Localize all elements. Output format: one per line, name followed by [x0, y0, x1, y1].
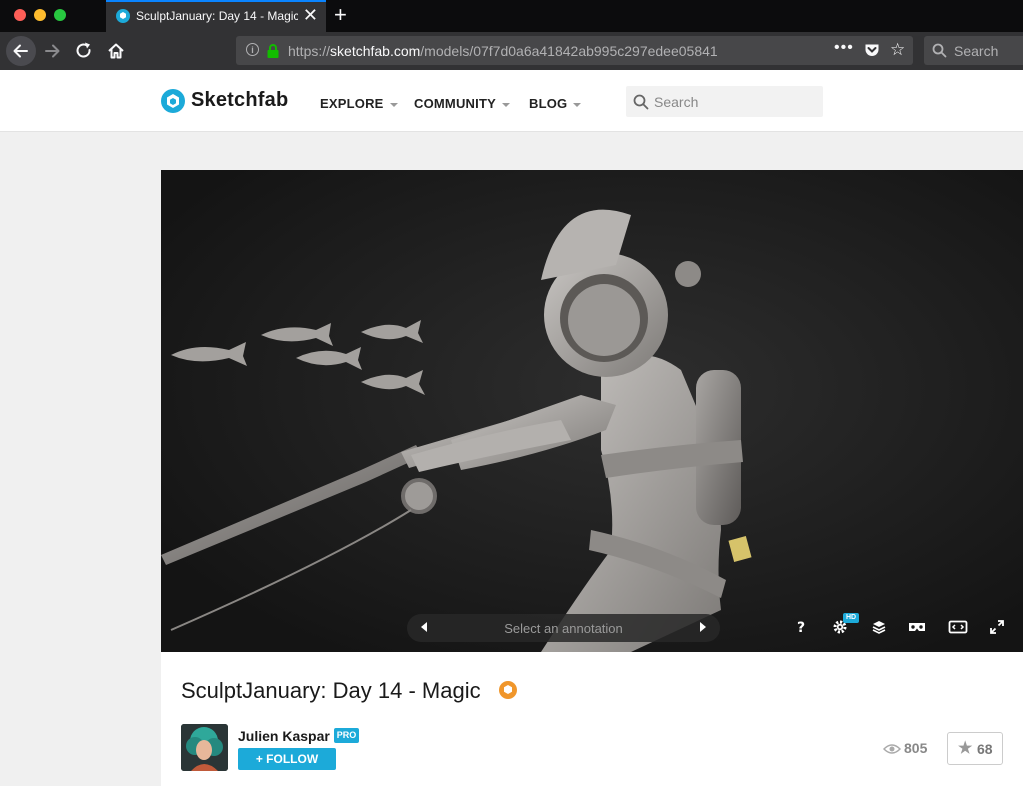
bookmark-star-icon[interactable]: ☆: [890, 41, 905, 59]
chevron-down-icon: [573, 102, 582, 107]
browser-tab[interactable]: SculptJanuary: Day 14 - Magic ✕: [106, 0, 326, 32]
svg-text:?: ?: [797, 620, 805, 635]
next-annotation-icon[interactable]: [700, 622, 706, 632]
browser-tab-bar: SculptJanuary: Day 14 - Magic ✕ +: [0, 0, 1023, 32]
tab-close-icon[interactable]: ✕: [303, 5, 318, 25]
back-button[interactable]: [6, 36, 36, 66]
url-host: sketchfab.com: [330, 43, 421, 59]
view-count-value: 805: [904, 740, 928, 756]
annotation-placeholder: Select an annotation: [504, 621, 623, 636]
nav-community[interactable]: COMMUNITY: [414, 96, 510, 111]
site-search-input[interactable]: Search: [626, 86, 823, 117]
arrow-right-icon: [45, 44, 60, 58]
new-tab-button[interactable]: +: [334, 3, 347, 27]
eye-icon: [883, 744, 901, 755]
follow-button[interactable]: + FOLLOW: [238, 748, 336, 770]
arrow-left-icon: [13, 44, 28, 58]
page-actions-icon[interactable]: •••: [834, 39, 854, 57]
like-count: 68: [977, 741, 993, 757]
forward-button[interactable]: [38, 36, 66, 66]
browser-search-placeholder: Search: [954, 43, 999, 59]
chevron-down-icon: [389, 102, 398, 107]
nav-explore[interactable]: EXPLORE: [320, 96, 398, 111]
home-button[interactable]: [102, 36, 130, 66]
avatar[interactable]: [181, 724, 228, 771]
model-info-panel: SculptJanuary: Day 14 - Magic Julien Kas…: [161, 652, 1023, 786]
url-scheme: https://: [288, 43, 331, 59]
model-render[interactable]: [161, 170, 1023, 652]
pocket-icon[interactable]: [864, 43, 880, 58]
reload-icon: [76, 42, 91, 58]
info-icon[interactable]: i: [246, 43, 259, 56]
pro-badge: PRO: [334, 728, 359, 743]
layers-icon[interactable]: [871, 619, 887, 635]
chevron-down-icon: [501, 102, 510, 107]
window-zoom-button[interactable]: [54, 9, 66, 21]
fullscreen-icon[interactable]: [989, 619, 1005, 635]
nav-blog[interactable]: BLOG: [529, 96, 582, 111]
annotation-navigator[interactable]: Select an annotation: [407, 614, 720, 642]
reload-button[interactable]: [70, 36, 98, 66]
author-name[interactable]: Julien Kaspar: [238, 728, 330, 744]
site-header: Sketchfab EXPLORE COMMUNITY BLOG Search: [0, 70, 1023, 132]
url-path: /models/07f7d0a6a41842ab995c297edee05841: [420, 43, 718, 59]
site-brand[interactable]: Sketchfab: [191, 89, 288, 112]
home-icon: [108, 43, 124, 59]
lock-icon: [267, 44, 279, 58]
url-text: https://sketchfab.com/models/07f7d0a6a41…: [288, 43, 718, 59]
help-icon[interactable]: ?: [795, 619, 807, 635]
search-icon: [633, 94, 649, 110]
model-viewer[interactable]: Select an annotation ? HD: [161, 170, 1023, 652]
view-count: 805: [883, 740, 927, 756]
window-close-button[interactable]: [14, 9, 26, 21]
sketchfab-favicon-icon: [116, 9, 130, 23]
nav-explore-label: EXPLORE: [320, 96, 384, 111]
site-search-placeholder: Search: [654, 94, 699, 110]
vr-icon[interactable]: [908, 619, 926, 635]
nav-community-label: COMMUNITY: [414, 96, 496, 111]
browser-toolbar: i https://sketchfab.com/models/07f7d0a6a…: [0, 32, 1023, 70]
sketchfab-logo-icon[interactable]: [161, 89, 185, 113]
browser-search-field[interactable]: Search: [924, 36, 1023, 65]
address-bar[interactable]: i https://sketchfab.com/models/07f7d0a6a…: [236, 36, 913, 65]
staff-pick-icon: [499, 681, 517, 699]
model-title: SculptJanuary: Day 14 - Magic: [181, 678, 481, 703]
hd-badge: HD: [843, 613, 859, 623]
search-icon: [932, 43, 947, 58]
like-button[interactable]: ★ 68: [947, 732, 1003, 765]
resize-icon[interactable]: [948, 619, 968, 635]
avatar-image: [181, 724, 228, 771]
star-icon: ★: [958, 740, 973, 757]
window-minimize-button[interactable]: [34, 9, 46, 21]
nav-blog-label: BLOG: [529, 96, 568, 111]
tab-title: SculptJanuary: Day 14 - Magic: [136, 9, 298, 23]
